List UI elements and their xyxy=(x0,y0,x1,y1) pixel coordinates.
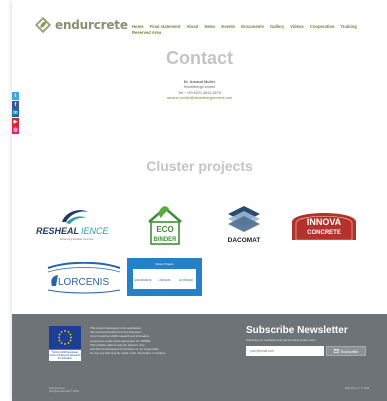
cluster-heading: Cluster projects xyxy=(146,158,253,174)
brand-name: endurcrete xyxy=(55,18,128,32)
dacomat-name: DACOMAT xyxy=(228,237,261,244)
banner-partner-1: ENDURCRETE xyxy=(135,279,152,282)
innova-concrete-logo[interactable]: INNOVA CONCRETE xyxy=(288,206,360,242)
banner-heading: Cluster Projects xyxy=(155,262,174,266)
nav-home[interactable]: Home xyxy=(132,24,144,29)
nav-training[interactable]: Training xyxy=(340,24,356,29)
nav-gallery[interactable]: Gallery xyxy=(270,24,284,29)
nav-videos[interactable]: Videos xyxy=(290,24,304,29)
contact-heading: Contact xyxy=(166,48,233,68)
innova-line1: INNOVA xyxy=(307,217,342,227)
youtube-icon[interactable]: ▶ xyxy=(12,117,19,126)
site-logo[interactable]: endurcrete xyxy=(34,16,128,34)
banner-partner-2: LORCENIS xyxy=(158,279,171,282)
nav-events[interactable]: Events xyxy=(221,24,235,29)
subscribe-button[interactable]: Subscribe xyxy=(326,346,366,356)
eu-disclaimer: This project belonging to the applicatio… xyxy=(90,326,200,355)
nav-news[interactable]: News xyxy=(204,24,215,29)
cluster-banner-graphic: Cluster Projects ENDURCRETE LORCENIS ECO… xyxy=(133,262,196,289)
nav-documents[interactable]: Documents xyxy=(241,24,264,29)
binder-text: BINDER xyxy=(153,237,177,243)
resheal-name-part1: RESHEAL xyxy=(36,226,79,236)
contact-info: Dr. Arnaud Muller HeidelbergCement Tel.:… xyxy=(12,80,387,102)
main-nav: Home Final statement About News Events D… xyxy=(132,24,372,35)
eu-flag-icon xyxy=(49,326,81,349)
copyright-rights: All rights reserved © 2024 xyxy=(49,390,79,394)
lorcenis-name: LORCENIS xyxy=(58,277,109,288)
nav-final-statement[interactable]: Final statement xyxy=(150,24,181,29)
newsletter-email-input[interactable] xyxy=(246,346,324,356)
banner-partner-3: ECOBINDER xyxy=(179,279,193,282)
nav-cooperation[interactable]: Cooperation xyxy=(310,24,335,29)
credit-link[interactable]: Web PG s.r.l. © 2024 xyxy=(345,387,369,390)
site-header: endurcrete Home Final statement About Ne… xyxy=(12,10,387,46)
diamond-leaf-icon xyxy=(34,16,52,34)
resheal-swoosh-icon: RESHEAL IENCE Enhancing Durable Concrete xyxy=(36,210,110,241)
contact-email-link[interactable]: arnaud.muller@heidelbergcement.com xyxy=(12,96,387,101)
innova-arch-icon: INNOVA CONCRETE xyxy=(292,213,356,241)
eu-funding-caption: Horizon 2020 European Union Funding for … xyxy=(49,350,81,361)
ecobinder-logo[interactable]: ECO BINDER xyxy=(145,202,185,246)
cluster-banner[interactable]: Cluster Projects ENDURCRETE LORCENIS ECO… xyxy=(127,258,202,296)
subscribe-title: Subscribe Newsletter xyxy=(246,325,348,336)
innova-line2: CONCRETE xyxy=(307,230,341,236)
site-footer: Horizon 2020 European Union Funding for … xyxy=(12,314,387,401)
subscribe-description: Subscribe our newsletter and get the lat… xyxy=(246,338,316,342)
facebook-icon[interactable]: f xyxy=(12,100,19,109)
envelope-icon xyxy=(333,349,339,353)
subscribe-button-label: Subscribe xyxy=(340,348,359,354)
nav-reserved-area[interactable]: Reserved Area xyxy=(132,30,161,35)
instagram-icon[interactable]: ◎ xyxy=(12,126,19,134)
dacomat-logo[interactable]: DACOMAT xyxy=(222,204,267,246)
nav-about[interactable]: About xyxy=(186,24,198,29)
resheal-tagline: Enhancing Durable Concrete xyxy=(60,237,94,241)
copyright: endurcrete.eu All rights reserved © 2024 xyxy=(49,387,79,394)
resheal-logo[interactable]: RESHEAL IENCE Enhancing Durable Concrete xyxy=(36,206,110,246)
linkedin-icon[interactable]: in xyxy=(12,109,19,117)
lorcenis-arc-icon: LORCENIS xyxy=(47,261,121,294)
eu-disclaimer-line: for any use that may be made of the info… xyxy=(90,351,167,356)
lorcenis-logo[interactable]: LORCENIS xyxy=(44,261,122,294)
eco-text: ECO xyxy=(156,225,173,234)
eco-house-icon: ECO BINDER xyxy=(148,206,182,245)
resheal-name-part2: IENCE xyxy=(81,226,110,236)
dacomat-layers-icon: DACOMAT xyxy=(228,206,261,244)
